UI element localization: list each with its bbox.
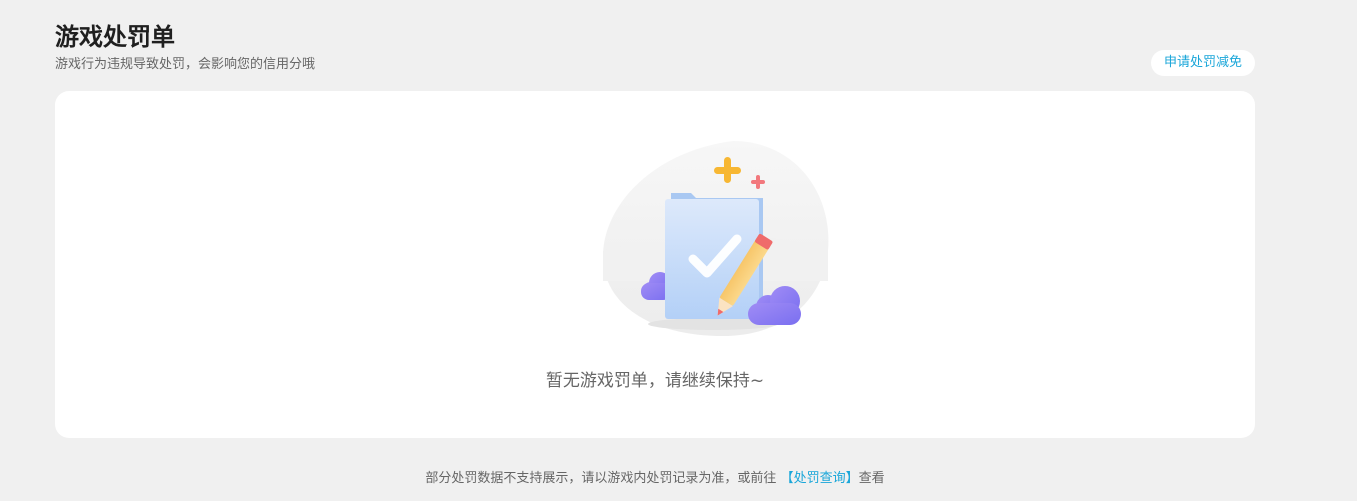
penalty-query-link[interactable]: 【处罚查询】: [781, 471, 859, 486]
footer-note-suffix: 查看: [858, 471, 885, 486]
penalty-list-card: 暂无游戏罚单，请继续保持~: [55, 91, 1255, 438]
page-title: 游戏处罚单: [55, 23, 175, 51]
page-subtitle: 游戏行为违规导致处罚，会影响您的信用分哦: [55, 57, 316, 72]
apply-reduction-button[interactable]: 申请处罚减免: [1150, 50, 1255, 76]
empty-state-illustration: [603, 141, 829, 336]
footer-note-text: 部分处罚数据不支持展示，请以游戏内处罚记录为准，或前往: [425, 471, 777, 486]
footer-note: 部分处罚数据不支持展示，请以游戏内处罚记录为准，或前往 【处罚查询】查看: [0, 470, 1310, 488]
page-header: 游戏处罚单 游戏行为违规导致处罚，会影响您的信用分哦 申请处罚减免: [55, 20, 1255, 80]
empty-state-message: 暂无游戏罚单，请继续保持~: [545, 371, 765, 391]
penalty-page: 游戏处罚单 游戏行为违规导致处罚，会影响您的信用分哦 申请处罚减免 暂无游戏罚单…: [0, 0, 1357, 501]
